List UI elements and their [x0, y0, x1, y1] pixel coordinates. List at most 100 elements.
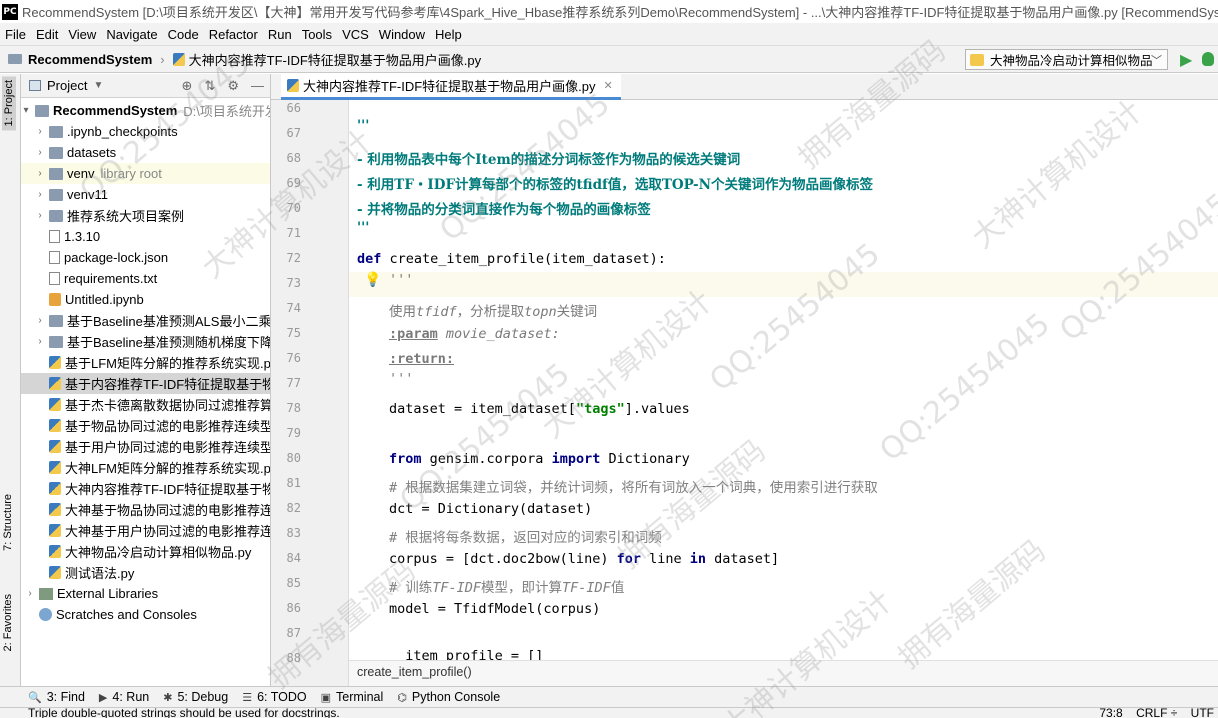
tree-item[interactable]: › venv library root	[21, 163, 270, 184]
tool-window-python-console[interactable]: ⌬ Python Console	[397, 690, 500, 704]
collapse-all-icon[interactable]: ⇅	[204, 78, 215, 94]
expanded-arrow-icon[interactable]: ▾	[21, 105, 31, 116]
file-encoding[interactable]: UTF	[1191, 708, 1214, 718]
collapsed-arrow-icon[interactable]: ›	[35, 210, 45, 221]
tree-item[interactable]: › venv11	[21, 184, 270, 205]
tree-item[interactable]: › 推荐系统大项目案例	[21, 205, 270, 226]
menu-edit[interactable]: Edit	[31, 27, 63, 42]
tree-scratches[interactable]: Scratches and Consoles	[21, 604, 270, 625]
menu-navigate[interactable]: Navigate	[101, 27, 162, 42]
tree-item[interactable]: 大神内容推荐TF-IDF特征提取基于物品用	[21, 478, 270, 499]
collapsed-arrow-icon[interactable]: ›	[35, 336, 45, 347]
code-line-78: dataset = item_dataset["tags"].values	[389, 401, 690, 417]
tree-item[interactable]: 测试语法.py	[21, 562, 270, 583]
code-breadcrumb[interactable]: create_item_profile()	[349, 660, 1218, 686]
tree-item[interactable]: requirements.txt	[21, 268, 270, 289]
run-icon[interactable]: ▶	[1180, 50, 1192, 70]
tree-item[interactable]: 1.3.10	[21, 226, 270, 247]
menu-help[interactable]: Help	[430, 27, 467, 42]
locate-icon[interactable]: ⊕	[182, 78, 193, 94]
tool-window-debug[interactable]: ✱ 5: Debug	[163, 690, 228, 704]
tool-window-find[interactable]: 🔍 3: Find	[28, 690, 85, 704]
tab-project[interactable]: 1: Project	[2, 76, 16, 131]
tree-item[interactable]: 基于LFM矩阵分解的推荐系统实现.py	[21, 352, 270, 373]
tree-item-label: datasets	[67, 145, 117, 160]
tree-item-label: 大神LFM矩阵分解的推荐系统实现.py	[65, 461, 271, 476]
window-title: RecommendSystem [D:\项目系统开发区\【大神】常用开发写代码参…	[22, 5, 1218, 20]
tab-structure[interactable]: 7: Structure	[2, 494, 14, 551]
menu-code[interactable]: Code	[163, 27, 204, 42]
breadcrumb-file[interactable]: 大神内容推荐TF-IDF特征提取基于物品用户画像.py	[189, 50, 482, 69]
code-editor[interactable]: 66 67 68 69 70 71 72 73 74 75 76 77 78 79 80 81 82 83 84 85…	[271, 100, 1218, 686]
navigation-bar: RecommendSystem › 大神内容推荐TF-IDF特征提取基于物品用户…	[0, 45, 1218, 73]
project-view-select[interactable]: Project	[47, 78, 87, 93]
run-configuration-select[interactable]: 大神物品冷启动计算相似物品 ﹀	[965, 49, 1168, 70]
tree-root[interactable]: ▾ RecommendSystem D:\项目系统开发区	[21, 100, 270, 121]
menu-run[interactable]: Run	[263, 27, 297, 42]
left-tool-strip: 1: Project 7: Structure 2: Favorites	[0, 74, 21, 686]
gear-icon[interactable]: ⚙	[227, 78, 239, 94]
collapsed-arrow-icon[interactable]: ›	[35, 147, 45, 158]
tree-item-label: Untitled.ipynb	[65, 292, 144, 307]
collapsed-arrow-icon[interactable]: ›	[35, 189, 45, 200]
tab-favorites[interactable]: 2: Favorites	[2, 594, 14, 651]
line-separator[interactable]: CRLF ÷	[1136, 708, 1177, 718]
collapsed-arrow-icon[interactable]: ›	[25, 588, 35, 599]
code-line-82: dct = Dictionary(dataset)	[389, 501, 593, 517]
tree-item-label: 1.3.10	[64, 229, 101, 244]
tree-item-label: 基于用户协同过滤的电影推荐连续型评分	[65, 440, 270, 455]
python-file-icon	[49, 356, 61, 369]
tree-item[interactable]: 基于物品协同过滤的电影推荐连续型评分	[21, 415, 270, 436]
folder-icon	[49, 167, 63, 180]
tree-item[interactable]: Untitled.ipynb	[21, 289, 270, 310]
code-line-75: :param movie_dataset:	[389, 326, 560, 342]
search-icon: 🔍	[28, 691, 42, 704]
tree-item[interactable]: › 基于Baseline基准预测ALS最小二乘法回	[21, 310, 270, 331]
lightbulb-icon[interactable]: 💡	[364, 271, 381, 288]
tree-item[interactable]: 基于用户协同过滤的电影推荐连续型评分	[21, 436, 270, 457]
menu-window[interactable]: Window	[374, 27, 430, 42]
chevron-down-icon: ﹀	[1151, 55, 1162, 67]
tree-item[interactable]: 大神基于用户协同过滤的电影推荐连续型	[21, 520, 270, 541]
code-line-72: def create_item_profile(item_dataset):	[357, 251, 666, 267]
tree-item[interactable]: › .ipynb_checkpoints	[21, 121, 270, 142]
tree-item[interactable]: 大神基于物品协同过滤的电影推荐连续型	[21, 499, 270, 520]
editor-tab-active[interactable]: 大神内容推荐TF-IDF特征提取基于物品用户画像.py ✕	[281, 74, 621, 100]
tree-item[interactable]: › 基于Baseline基准预测随机梯度下降回归	[21, 331, 270, 352]
tree-item[interactable]: 大神物品冷启动计算相似物品.py	[21, 541, 270, 562]
collapsed-arrow-icon[interactable]: ›	[35, 315, 45, 326]
caret-down-icon[interactable]: ▼	[93, 80, 103, 91]
tree-item-label: 基于Baseline基准预测随机梯度下降回归	[67, 335, 270, 350]
menu-tools[interactable]: Tools	[297, 27, 337, 42]
tree-item[interactable]: 基于内容推荐TF-IDF特征提取基于物品用	[21, 373, 270, 394]
tree-item-label: 基于Baseline基准预测ALS最小二乘法回	[67, 314, 271, 329]
tree-external-libraries[interactable]: › External Libraries	[21, 583, 270, 604]
menu-view[interactable]: View	[63, 27, 101, 42]
collapsed-arrow-icon[interactable]: ›	[35, 126, 45, 137]
tool-window-run[interactable]: ▶ 4: Run	[99, 690, 149, 704]
folder-icon	[49, 314, 63, 327]
folder-icon	[49, 335, 63, 348]
menu-refactor[interactable]: Refactor	[204, 27, 263, 42]
menu-vcs[interactable]: VCS	[337, 27, 374, 42]
code-line-76: :return:	[389, 351, 455, 367]
menu-file[interactable]: File	[0, 27, 31, 42]
code-line-83: # 根据将每条数据，返回对应的词索引和词频	[389, 530, 662, 546]
tool-window-todo[interactable]: ☰ 6: TODO	[242, 690, 306, 704]
status-right[interactable]: 73:8 CRLF ÷ UTF	[1099, 708, 1214, 718]
tree-item[interactable]: 基于杰卡德离散数据协同过滤推荐算法实	[21, 394, 270, 415]
tree-item[interactable]: 大神LFM矩阵分解的推荐系统实现.py	[21, 457, 270, 478]
tool-window-terminal[interactable]: ▣ Terminal	[321, 690, 384, 704]
tree-item[interactable]: › datasets	[21, 142, 270, 163]
tool-window-label: 5: Debug	[177, 690, 229, 704]
hide-icon[interactable]: —	[251, 78, 264, 94]
tree-item[interactable]: package-lock.json	[21, 247, 270, 268]
line-number: 88	[286, 651, 301, 665]
breadcrumb-project[interactable]: RecommendSystem	[28, 52, 152, 67]
collapsed-arrow-icon[interactable]: ›	[35, 168, 45, 179]
line-number: 67	[286, 126, 301, 140]
debug-icon[interactable]	[1202, 52, 1214, 66]
caret-position[interactable]: 73:8	[1099, 708, 1122, 718]
folder-icon	[35, 104, 49, 117]
close-icon[interactable]: ✕	[604, 79, 613, 92]
